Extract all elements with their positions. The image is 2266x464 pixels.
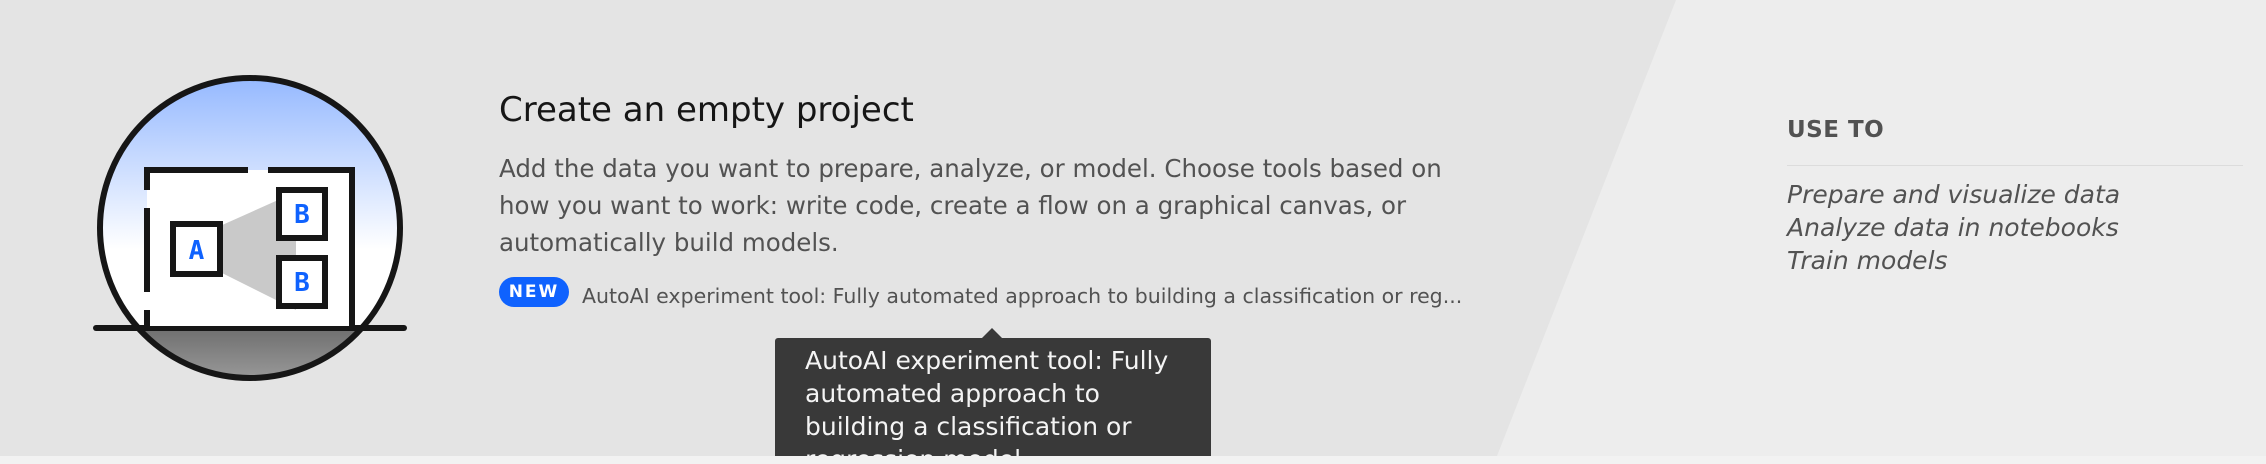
ab-testing-illustration-icon: A B B (93, 75, 407, 381)
page: A B B Create an empty project Add the da… (0, 0, 2266, 464)
use-to-item-train: Train models (1787, 246, 1948, 275)
use-to-heading: USE TO (1787, 117, 1885, 143)
svg-text:A: A (189, 236, 205, 266)
autoai-tooltip: AutoAI experiment tool: Fully automated … (775, 338, 1211, 464)
use-to-item-analyze: Analyze data in notebooks (1787, 213, 2119, 242)
new-badge: NEW (499, 277, 569, 307)
create-empty-project-card[interactable]: A B B Create an empty project Add the da… (0, 0, 2266, 464)
project-card-description: Add the data you want to prepare, analyz… (499, 154, 1442, 257)
use-to-list: Prepare and visualize data Analyze data … (1787, 178, 2120, 277)
card-bottom-edge (0, 456, 2266, 464)
use-to-divider (1787, 165, 2243, 166)
project-card-title: Create an empty project (499, 90, 914, 130)
new-feature-text[interactable]: AutoAI experiment tool: Fully automated … (582, 284, 1462, 308)
svg-text:B: B (294, 268, 310, 298)
svg-text:B: B (294, 200, 310, 230)
use-to-item-prepare: Prepare and visualize data (1787, 180, 2121, 209)
